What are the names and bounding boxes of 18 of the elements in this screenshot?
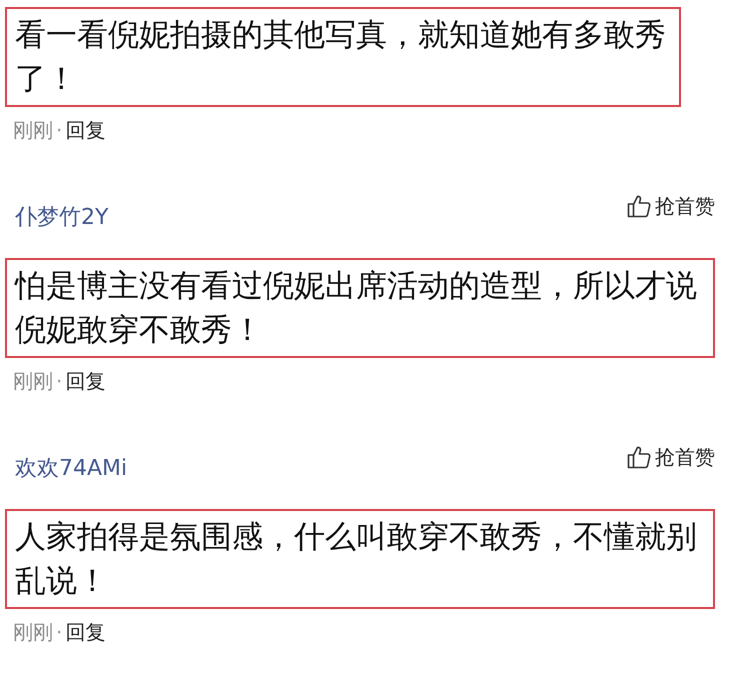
like-button[interactable]: 抢首赞 bbox=[627, 193, 715, 219]
like-button[interactable]: 抢首赞 bbox=[627, 444, 715, 470]
highlighted-comment: 看一看倪妮拍摄的其他写真，就知道她有多敢秀了！ bbox=[5, 7, 681, 107]
separator-dot: · bbox=[56, 117, 62, 143]
highlighted-comment: 人家拍得是氛围感，什么叫敢穿不敢秀，不懂就别乱说！ bbox=[5, 509, 715, 609]
username-link[interactable]: 欢欢74AMi bbox=[15, 456, 128, 482]
separator-dot: · bbox=[56, 368, 62, 394]
comment-time: 刚刚 bbox=[13, 619, 53, 645]
thumbs-up-icon bbox=[627, 194, 651, 218]
comment-time: 刚刚 bbox=[13, 117, 53, 143]
username-link[interactable]: 仆梦竹2Y bbox=[15, 205, 108, 231]
comment-time: 刚刚 bbox=[13, 368, 53, 394]
separator-dot: · bbox=[56, 619, 62, 645]
reply-link[interactable]: 回复 bbox=[65, 619, 106, 645]
reply-link[interactable]: 回复 bbox=[65, 117, 106, 143]
highlighted-comment: 怕是博主没有看过倪妮出席活动的造型，所以才说倪妮敢穿不敢秀！ bbox=[5, 258, 715, 358]
reply-link[interactable]: 回复 bbox=[65, 368, 106, 394]
thumbs-up-icon bbox=[627, 445, 651, 469]
